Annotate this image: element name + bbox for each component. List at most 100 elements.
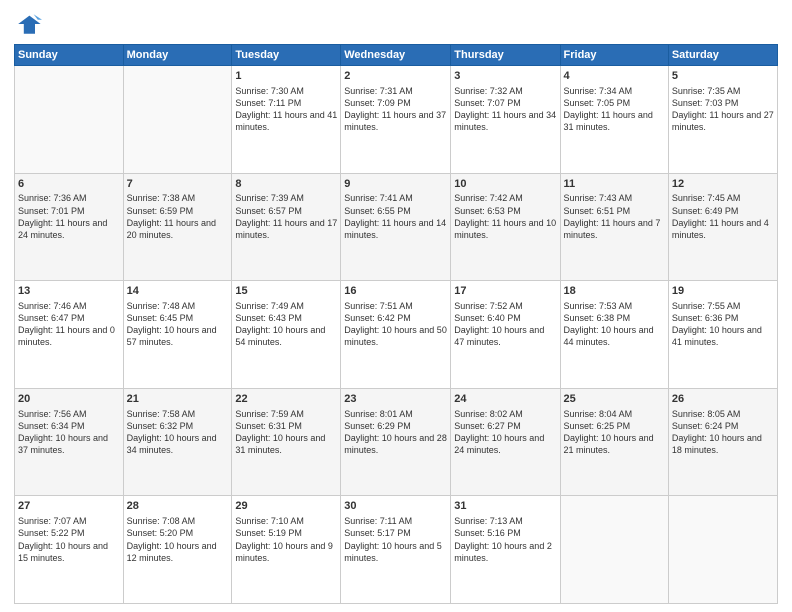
calendar-header-row: SundayMondayTuesdayWednesdayThursdayFrid… [15,45,778,66]
day-info: Sunrise: 7:30 AMSunset: 7:11 PMDaylight:… [235,85,337,134]
day-info: Sunrise: 7:46 AMSunset: 6:47 PMDaylight:… [18,300,120,349]
day-number: 15 [235,284,337,299]
day-info: Sunrise: 7:41 AMSunset: 6:55 PMDaylight:… [344,192,447,241]
column-header-thursday: Thursday [451,45,560,66]
day-info: Sunrise: 7:39 AMSunset: 6:57 PMDaylight:… [235,192,337,241]
day-number: 18 [564,284,665,299]
day-info: Sunrise: 7:52 AMSunset: 6:40 PMDaylight:… [454,300,556,349]
calendar-table: SundayMondayTuesdayWednesdayThursdayFrid… [14,44,778,604]
day-number: 4 [564,69,665,84]
column-header-friday: Friday [560,45,668,66]
column-header-saturday: Saturday [668,45,777,66]
day-number: 21 [127,392,229,407]
day-number: 19 [672,284,774,299]
day-cell: 6Sunrise: 7:36 AMSunset: 7:01 PMDaylight… [15,173,124,281]
day-info: Sunrise: 8:05 AMSunset: 6:24 PMDaylight:… [672,408,774,457]
day-info: Sunrise: 7:55 AMSunset: 6:36 PMDaylight:… [672,300,774,349]
day-cell: 3Sunrise: 7:32 AMSunset: 7:07 PMDaylight… [451,66,560,174]
week-row-5: 27Sunrise: 7:07 AMSunset: 5:22 PMDayligh… [15,496,778,604]
day-cell: 17Sunrise: 7:52 AMSunset: 6:40 PMDayligh… [451,281,560,389]
day-cell: 10Sunrise: 7:42 AMSunset: 6:53 PMDayligh… [451,173,560,281]
day-number: 23 [344,392,447,407]
day-number: 26 [672,392,774,407]
day-number: 10 [454,177,556,192]
day-info: Sunrise: 7:58 AMSunset: 6:32 PMDaylight:… [127,408,229,457]
day-info: Sunrise: 7:08 AMSunset: 5:20 PMDaylight:… [127,515,229,564]
day-cell: 19Sunrise: 7:55 AMSunset: 6:36 PMDayligh… [668,281,777,389]
day-cell: 16Sunrise: 7:51 AMSunset: 6:42 PMDayligh… [341,281,451,389]
day-info: Sunrise: 7:38 AMSunset: 6:59 PMDaylight:… [127,192,229,241]
logo [14,10,46,38]
day-cell: 13Sunrise: 7:46 AMSunset: 6:47 PMDayligh… [15,281,124,389]
day-cell: 29Sunrise: 7:10 AMSunset: 5:19 PMDayligh… [232,496,341,604]
day-cell: 1Sunrise: 7:30 AMSunset: 7:11 PMDaylight… [232,66,341,174]
day-number: 8 [235,177,337,192]
day-number: 27 [18,499,120,514]
column-header-wednesday: Wednesday [341,45,451,66]
day-info: Sunrise: 7:45 AMSunset: 6:49 PMDaylight:… [672,192,774,241]
logo-icon [14,10,42,38]
day-number: 3 [454,69,556,84]
day-number: 13 [18,284,120,299]
day-number: 30 [344,499,447,514]
day-info: Sunrise: 7:31 AMSunset: 7:09 PMDaylight:… [344,85,447,134]
day-number: 5 [672,69,774,84]
day-info: Sunrise: 7:36 AMSunset: 7:01 PMDaylight:… [18,192,120,241]
page-header [14,10,778,38]
day-number: 28 [127,499,229,514]
day-number: 25 [564,392,665,407]
day-cell: 8Sunrise: 7:39 AMSunset: 6:57 PMDaylight… [232,173,341,281]
column-header-tuesday: Tuesday [232,45,341,66]
week-row-4: 20Sunrise: 7:56 AMSunset: 6:34 PMDayligh… [15,388,778,496]
day-cell: 7Sunrise: 7:38 AMSunset: 6:59 PMDaylight… [123,173,232,281]
week-row-1: 1Sunrise: 7:30 AMSunset: 7:11 PMDaylight… [15,66,778,174]
day-info: Sunrise: 7:34 AMSunset: 7:05 PMDaylight:… [564,85,665,134]
week-row-3: 13Sunrise: 7:46 AMSunset: 6:47 PMDayligh… [15,281,778,389]
column-header-sunday: Sunday [15,45,124,66]
day-cell: 4Sunrise: 7:34 AMSunset: 7:05 PMDaylight… [560,66,668,174]
day-number: 24 [454,392,556,407]
day-info: Sunrise: 7:51 AMSunset: 6:42 PMDaylight:… [344,300,447,349]
day-number: 14 [127,284,229,299]
day-cell: 18Sunrise: 7:53 AMSunset: 6:38 PMDayligh… [560,281,668,389]
day-info: Sunrise: 7:49 AMSunset: 6:43 PMDaylight:… [235,300,337,349]
day-cell: 14Sunrise: 7:48 AMSunset: 6:45 PMDayligh… [123,281,232,389]
day-cell: 5Sunrise: 7:35 AMSunset: 7:03 PMDaylight… [668,66,777,174]
column-header-monday: Monday [123,45,232,66]
day-info: Sunrise: 7:11 AMSunset: 5:17 PMDaylight:… [344,515,447,564]
day-info: Sunrise: 7:48 AMSunset: 6:45 PMDaylight:… [127,300,229,349]
day-info: Sunrise: 8:01 AMSunset: 6:29 PMDaylight:… [344,408,447,457]
day-number: 12 [672,177,774,192]
day-cell [668,496,777,604]
day-cell: 25Sunrise: 8:04 AMSunset: 6:25 PMDayligh… [560,388,668,496]
day-cell: 20Sunrise: 7:56 AMSunset: 6:34 PMDayligh… [15,388,124,496]
day-info: Sunrise: 7:43 AMSunset: 6:51 PMDaylight:… [564,192,665,241]
day-number: 9 [344,177,447,192]
day-info: Sunrise: 7:35 AMSunset: 7:03 PMDaylight:… [672,85,774,134]
day-number: 11 [564,177,665,192]
day-info: Sunrise: 7:59 AMSunset: 6:31 PMDaylight:… [235,408,337,457]
day-info: Sunrise: 7:53 AMSunset: 6:38 PMDaylight:… [564,300,665,349]
day-number: 7 [127,177,229,192]
day-cell [560,496,668,604]
day-info: Sunrise: 7:42 AMSunset: 6:53 PMDaylight:… [454,192,556,241]
day-number: 20 [18,392,120,407]
day-info: Sunrise: 7:13 AMSunset: 5:16 PMDaylight:… [454,515,556,564]
day-cell [15,66,124,174]
day-cell: 12Sunrise: 7:45 AMSunset: 6:49 PMDayligh… [668,173,777,281]
day-cell: 15Sunrise: 7:49 AMSunset: 6:43 PMDayligh… [232,281,341,389]
day-cell: 28Sunrise: 7:08 AMSunset: 5:20 PMDayligh… [123,496,232,604]
day-cell: 23Sunrise: 8:01 AMSunset: 6:29 PMDayligh… [341,388,451,496]
day-number: 16 [344,284,447,299]
day-cell: 26Sunrise: 8:05 AMSunset: 6:24 PMDayligh… [668,388,777,496]
day-info: Sunrise: 8:02 AMSunset: 6:27 PMDaylight:… [454,408,556,457]
day-cell [123,66,232,174]
day-number: 1 [235,69,337,84]
day-number: 29 [235,499,337,514]
day-cell: 2Sunrise: 7:31 AMSunset: 7:09 PMDaylight… [341,66,451,174]
week-row-2: 6Sunrise: 7:36 AMSunset: 7:01 PMDaylight… [15,173,778,281]
day-info: Sunrise: 7:32 AMSunset: 7:07 PMDaylight:… [454,85,556,134]
day-cell: 30Sunrise: 7:11 AMSunset: 5:17 PMDayligh… [341,496,451,604]
day-cell: 22Sunrise: 7:59 AMSunset: 6:31 PMDayligh… [232,388,341,496]
day-number: 6 [18,177,120,192]
